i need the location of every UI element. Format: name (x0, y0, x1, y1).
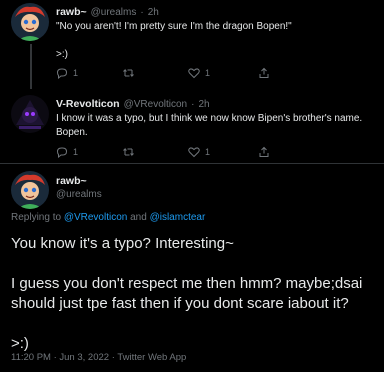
reply-button[interactable]: 1 (56, 146, 122, 158)
replying-to: Replying to @VRevolticon and @islamctear (11, 212, 206, 223)
share-icon (259, 67, 269, 78)
author-handle[interactable]: @urealms (91, 7, 137, 18)
tweet-text: I know it was a typo, but I think we now… (56, 113, 363, 138)
mention-vrevolticon[interactable]: @VRevolticon (64, 212, 128, 223)
tweet-2[interactable]: V-Revolticon @VRevolticon · 2h I know it… (0, 92, 384, 162)
share-icon (259, 146, 269, 157)
retweet-icon (123, 147, 134, 157)
share-button[interactable] (258, 146, 270, 158)
retweet-button[interactable] (122, 146, 188, 158)
tweet-time[interactable]: 2h (148, 7, 159, 18)
main-tweet: rawb~ @urealms Replying to @VRevolticon … (0, 164, 384, 372)
tweet-timestamp[interactable]: 11:20 PM · Jun 3, 2022 · Twitter Web App (11, 352, 186, 363)
author-name[interactable]: rawb~ (56, 6, 87, 18)
author-name[interactable]: V-Revolticon (56, 98, 120, 110)
heart-icon (188, 147, 200, 158)
reply-button[interactable]: 1 (56, 67, 122, 79)
avatar-rawb[interactable] (11, 3, 49, 41)
like-button[interactable]: 1 (188, 67, 258, 79)
tweet-1[interactable]: rawb~ @urealms · 2h "No you aren't! I'm … (0, 0, 384, 88)
avatar-vrevolticon[interactable] (11, 95, 49, 133)
reply-icon (56, 68, 68, 79)
mention-islamctear[interactable]: @islamctear (150, 212, 206, 223)
reply-icon (56, 147, 68, 158)
author-handle[interactable]: @VRevolticon (124, 99, 188, 110)
like-count: 1 (205, 68, 211, 78)
reply-count: 1 (73, 68, 79, 78)
main-tweet-text: You know it's a typo? Interesting~ I gue… (11, 235, 363, 352)
author-handle[interactable]: @urealms (56, 189, 102, 200)
avatar-rawb[interactable] (11, 171, 49, 209)
heart-icon (188, 68, 200, 79)
author-name[interactable]: rawb~ (56, 175, 87, 187)
reply-count: 1 (73, 147, 79, 157)
tweet-text: "No you aren't! I'm pretty sure I'm the … (56, 21, 292, 60)
tweet-time[interactable]: 2h (198, 99, 209, 110)
share-button[interactable] (258, 67, 270, 79)
retweet-button[interactable] (122, 67, 188, 79)
like-button[interactable]: 1 (188, 146, 258, 158)
retweet-icon (123, 68, 134, 78)
like-count: 1 (205, 147, 211, 157)
